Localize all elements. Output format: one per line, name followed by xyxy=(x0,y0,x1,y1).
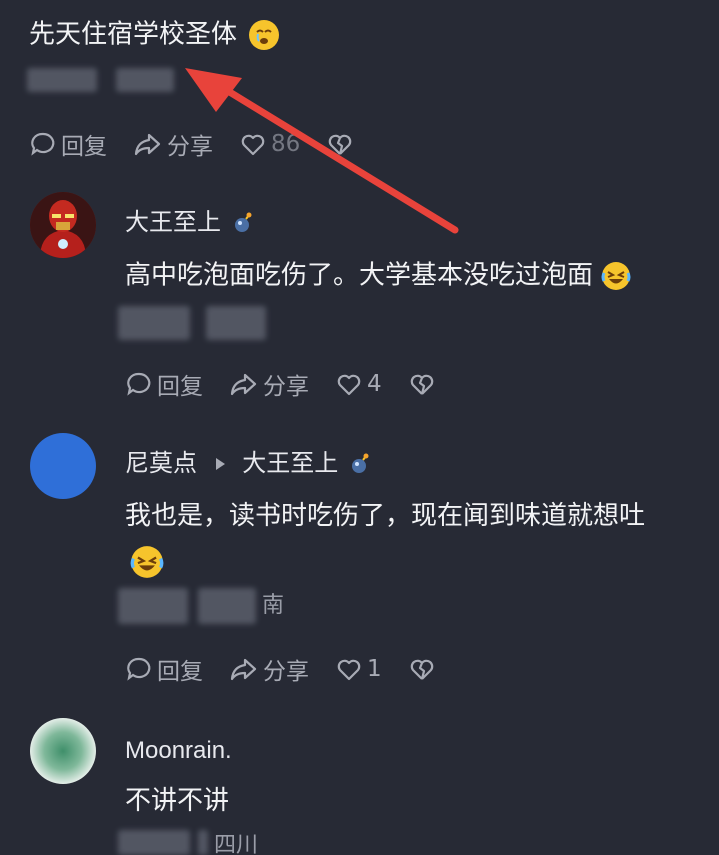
reply-icon xyxy=(127,657,151,681)
comment-text-line2 xyxy=(130,545,164,579)
avatar[interactable] xyxy=(30,718,96,784)
laughing-crying-emoji-icon xyxy=(130,546,164,578)
share-button[interactable]: 分享 xyxy=(229,652,309,686)
location-text: 四川 xyxy=(214,833,259,855)
top-comment-text: 先天住宿学校圣体 xyxy=(29,19,238,50)
blurred-meta xyxy=(118,588,188,624)
like-count: 1 xyxy=(367,656,382,682)
location-text: 南 xyxy=(262,593,285,618)
broken-heart-icon xyxy=(410,374,433,395)
heart-icon xyxy=(337,659,361,681)
reply-to-username[interactable]: 大王至上 xyxy=(242,449,338,477)
crying-emoji-icon xyxy=(249,20,280,50)
dislike-button[interactable] xyxy=(408,655,436,683)
comment-actions: 回复 分享 1 xyxy=(125,653,462,685)
avatar[interactable] xyxy=(30,433,96,499)
blurred-location xyxy=(198,588,256,624)
blurred-meta xyxy=(118,830,190,855)
username[interactable]: 大王至上 xyxy=(125,208,221,236)
comment-text: 高中吃泡面吃伤了。大学基本没吃过泡面 xyxy=(125,261,631,291)
comment-text: 不讲不讲 xyxy=(125,786,230,816)
bomb-badge-icon xyxy=(234,212,252,232)
dislike-button[interactable] xyxy=(408,370,436,398)
bomb-badge-icon xyxy=(351,453,369,473)
blurred-location xyxy=(116,68,174,92)
share-icon xyxy=(134,133,161,156)
blurred-meta xyxy=(118,306,190,340)
comment-text: 我也是，读书时吃伤了，现在闻到味道就想吐 xyxy=(125,501,646,531)
laughing-crying-emoji-icon xyxy=(601,262,631,290)
share-button[interactable]: 分享 xyxy=(229,367,309,401)
like-button[interactable]: 4 xyxy=(335,370,382,398)
ironman-avatar-icon xyxy=(30,192,96,258)
share-icon xyxy=(230,373,257,396)
broken-heart-icon xyxy=(410,659,433,680)
reply-button[interactable]: 回复 xyxy=(125,652,203,686)
top-comment: 先天住宿学校圣体 xyxy=(29,19,280,50)
heart-icon xyxy=(337,374,361,396)
blurred-location xyxy=(198,830,208,855)
share-label: 分享 xyxy=(263,374,309,400)
comment-author[interactable]: 尼莫点 大王至上 xyxy=(125,451,370,475)
play-arrow-icon xyxy=(215,458,225,470)
blurred-location xyxy=(206,306,266,340)
reply-icon xyxy=(127,372,151,396)
reply-icon xyxy=(31,132,55,156)
like-button[interactable]: 1 xyxy=(335,655,382,683)
reply-label: 回复 xyxy=(157,374,203,400)
reply-label: 回复 xyxy=(157,659,203,685)
share-label: 分享 xyxy=(263,659,309,685)
username[interactable]: Moonrain. xyxy=(125,739,232,763)
blurred-meta xyxy=(27,68,97,92)
reply-button[interactable]: 回复 xyxy=(29,127,107,161)
like-count: 4 xyxy=(367,371,382,397)
share-icon xyxy=(230,658,257,681)
username[interactable]: 尼莫点 xyxy=(125,449,197,477)
avatar[interactable] xyxy=(30,192,96,258)
reply-label: 回复 xyxy=(61,134,107,160)
comment-actions: 回复 分享 4 xyxy=(125,368,462,400)
reply-button[interactable]: 回复 xyxy=(125,367,203,401)
comment-author[interactable]: 大王至上 xyxy=(125,210,253,234)
